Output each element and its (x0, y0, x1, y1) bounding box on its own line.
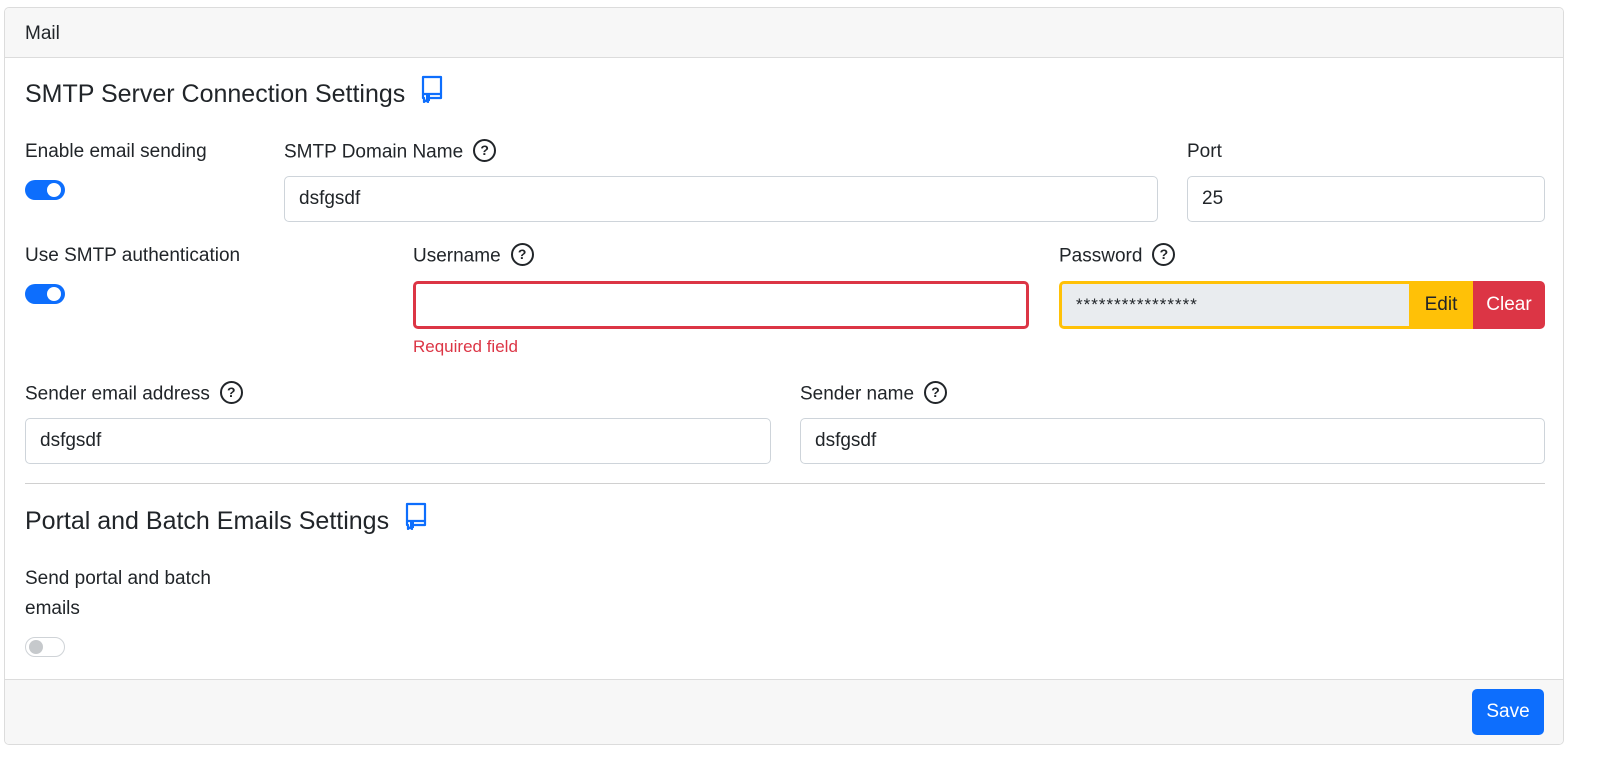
section-divider (25, 483, 1545, 484)
question-circle-icon[interactable]: ? (924, 381, 948, 404)
password-label: Password? (1059, 243, 1176, 268)
password-clear-button[interactable]: Clear (1473, 281, 1545, 329)
use-auth-toggle[interactable] (25, 284, 65, 304)
mail-settings-card: Mail SMTP Server Connection Settings Ena… (4, 7, 1564, 745)
use-auth-label: Use SMTP authentication (25, 245, 241, 266)
sender-name-label: Sender name? (800, 381, 948, 406)
sender-name-label-text: Sender name (800, 383, 915, 405)
sender-email-input[interactable]: dsfgsdf (25, 418, 771, 464)
portal-section-title: Portal and Batch Emails Settings (25, 502, 428, 540)
smtp-section-title-text: SMTP Server Connection Settings (25, 80, 406, 109)
save-button[interactable]: Save (1472, 689, 1544, 735)
book-icon[interactable] (404, 502, 428, 537)
port-input[interactable]: 25 (1187, 176, 1545, 222)
card-header: Mail (5, 8, 1563, 58)
enable-sending-toggle[interactable] (25, 180, 65, 200)
domain-input[interactable]: dsfgsdf (284, 176, 1158, 222)
question-circle-icon[interactable]: ? (1152, 243, 1176, 266)
smtp-section-title: SMTP Server Connection Settings (25, 75, 444, 113)
question-circle-icon[interactable]: ? (219, 381, 243, 404)
sender-name-input[interactable]: dsfgsdf (800, 418, 1545, 464)
password-label-text: Password (1059, 245, 1143, 267)
username-label-text: Username (413, 245, 501, 267)
username-label: Username? (413, 243, 534, 268)
book-icon[interactable] (420, 75, 444, 110)
password-edit-button[interactable]: Edit (1409, 281, 1473, 329)
question-circle-icon[interactable]: ? (473, 139, 497, 162)
sender-email-label: Sender email address? (25, 381, 243, 406)
card-footer: Save (5, 679, 1563, 744)
password-field[interactable]: **************** (1059, 281, 1409, 329)
sender-email-label-text: Sender email address (25, 383, 210, 405)
send-emails-label: Send portal and batch emails (25, 568, 211, 619)
domain-label-text: SMTP Domain Name (284, 141, 464, 163)
username-error: Required field (413, 337, 518, 356)
portal-section-title-text: Portal and Batch Emails Settings (25, 507, 390, 536)
send-emails-toggle[interactable] (25, 637, 65, 657)
username-input[interactable] (413, 281, 1029, 329)
password-input-group: **************** Edit Clear (1059, 281, 1545, 329)
domain-label: SMTP Domain Name? (284, 139, 497, 164)
enable-sending-label: Enable email sending (25, 141, 207, 162)
port-label: Port (1187, 141, 1222, 162)
card-header-title: Mail (25, 23, 60, 44)
question-circle-icon[interactable]: ? (510, 243, 534, 266)
